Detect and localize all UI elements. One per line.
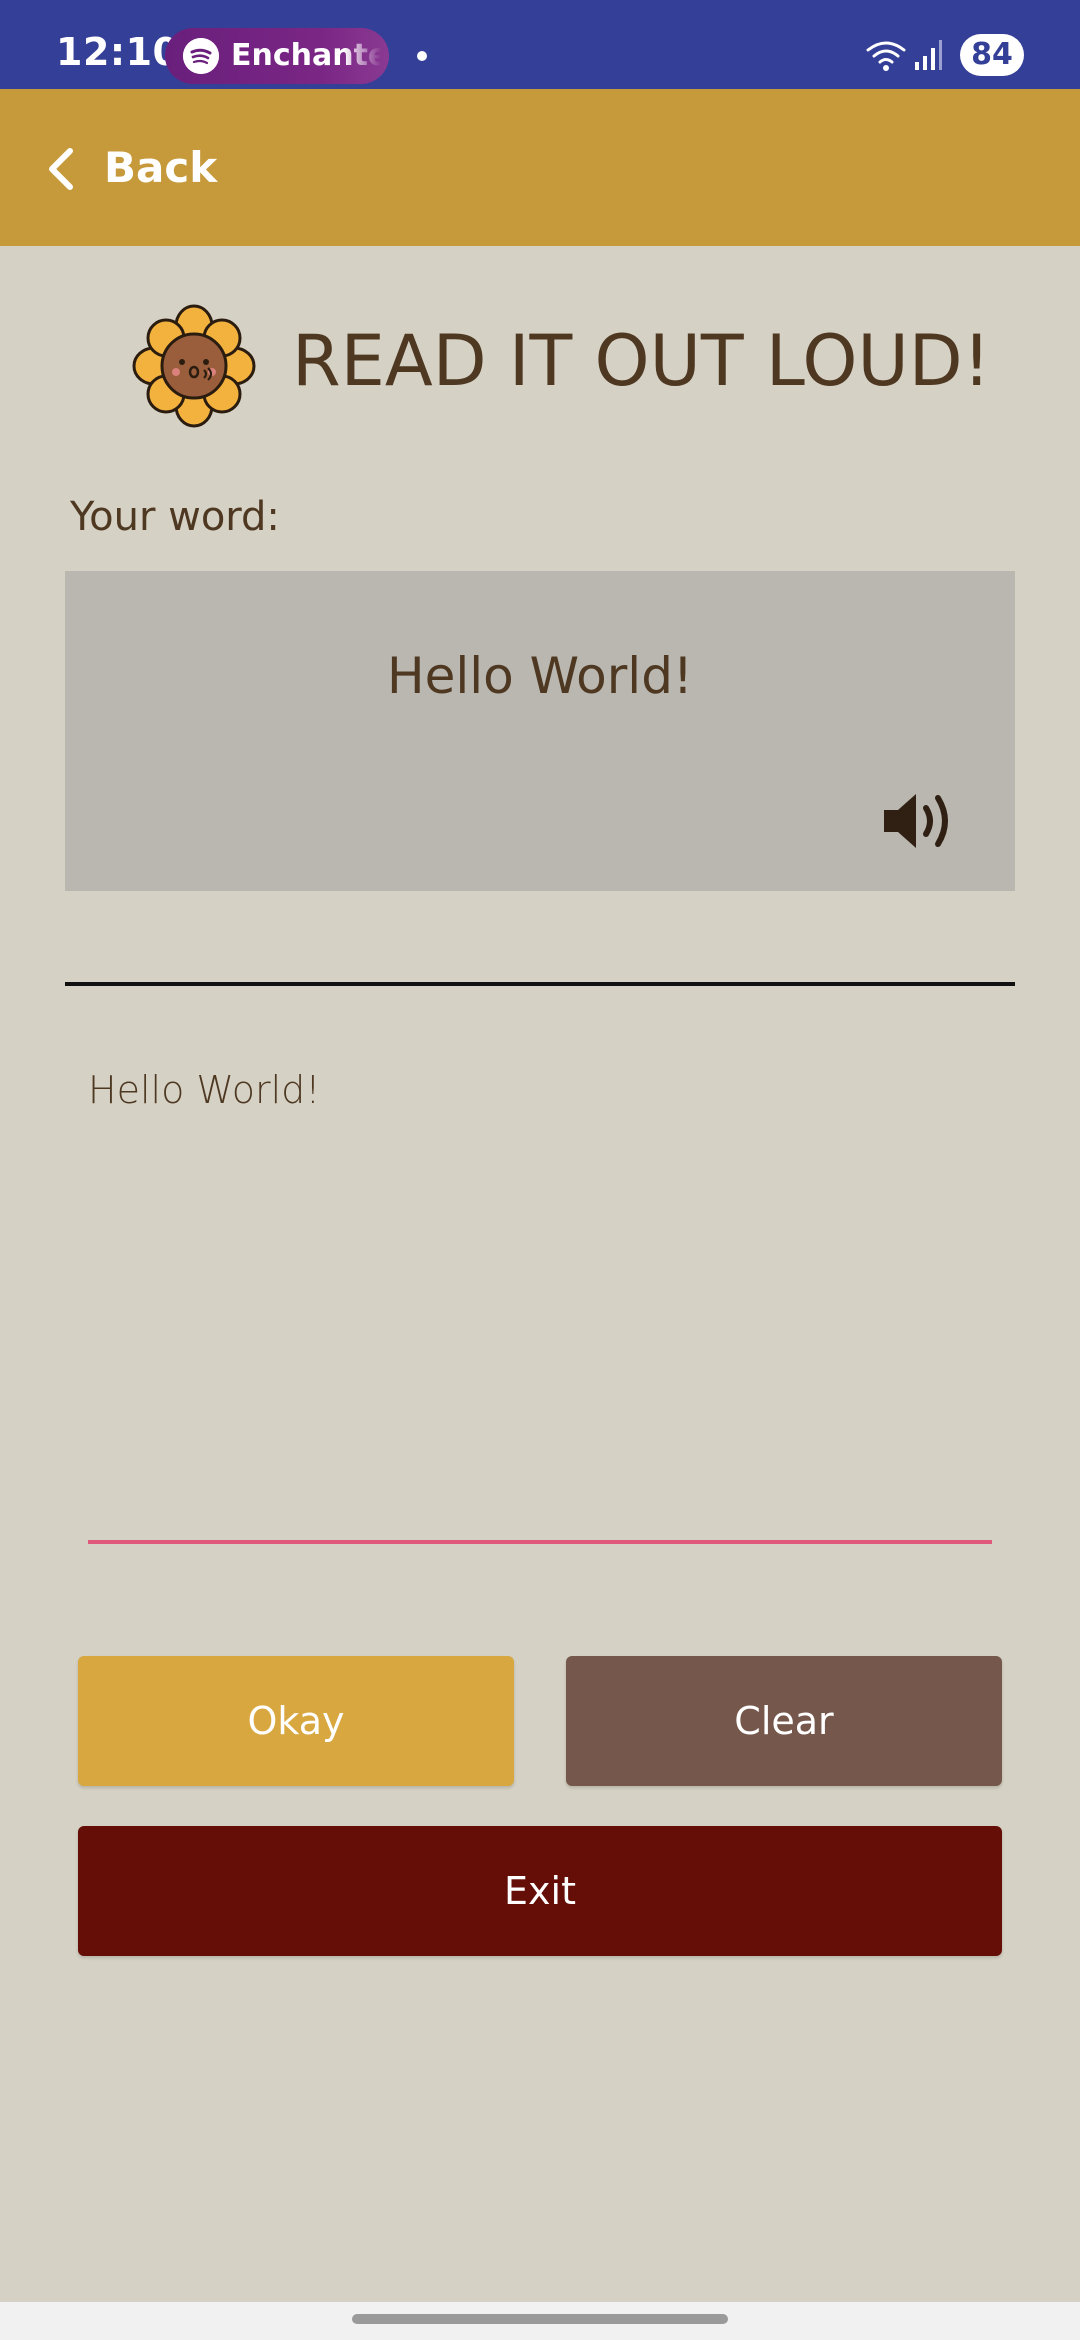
word-card: Hello World! — [65, 571, 1015, 891]
media-notification-pill[interactable]: Enchante — [165, 28, 389, 84]
page-title: READ IT OUT LOUD! — [292, 320, 991, 402]
notification-dot-icon — [417, 51, 427, 61]
exit-button[interactable]: Exit — [78, 1826, 1002, 1956]
title-row: READ IT OUT LOUD! — [0, 300, 1080, 430]
battery-indicator: 84 — [960, 34, 1024, 76]
chevron-left-icon — [49, 148, 73, 190]
okay-button[interactable]: Okay — [78, 1656, 514, 1786]
speaker-icon — [884, 794, 948, 848]
clear-button[interactable]: Clear — [566, 1656, 1002, 1786]
word-label: Your word: — [70, 494, 280, 540]
answer-input-underline — [88, 1540, 992, 1544]
back-button[interactable]: Back — [40, 125, 240, 211]
app-bar: Back — [0, 89, 1080, 246]
status-bar: 12:10 Enchante 84 — [0, 0, 1080, 89]
screen: 12:10 Enchante 84 Back READ IT OUT LOUD!… — [0, 0, 1080, 2340]
spotify-icon — [183, 38, 219, 74]
signal-icon — [915, 40, 942, 70]
sunflower-icon — [132, 304, 256, 428]
answer-input[interactable]: Hello World! — [88, 1050, 992, 1544]
speak-button[interactable] — [880, 786, 960, 856]
divider — [65, 982, 1015, 986]
answer-input-value: Hello World! — [88, 1068, 321, 1112]
home-gesture-handle[interactable] — [352, 2314, 728, 2324]
wifi-icon — [866, 41, 906, 71]
navigation-bar — [0, 2302, 1080, 2340]
target-word: Hello World! — [387, 647, 693, 705]
status-time: 12:10 — [56, 30, 180, 74]
media-app-label: Enchante — [231, 38, 381, 73]
back-label: Back — [104, 143, 218, 192]
